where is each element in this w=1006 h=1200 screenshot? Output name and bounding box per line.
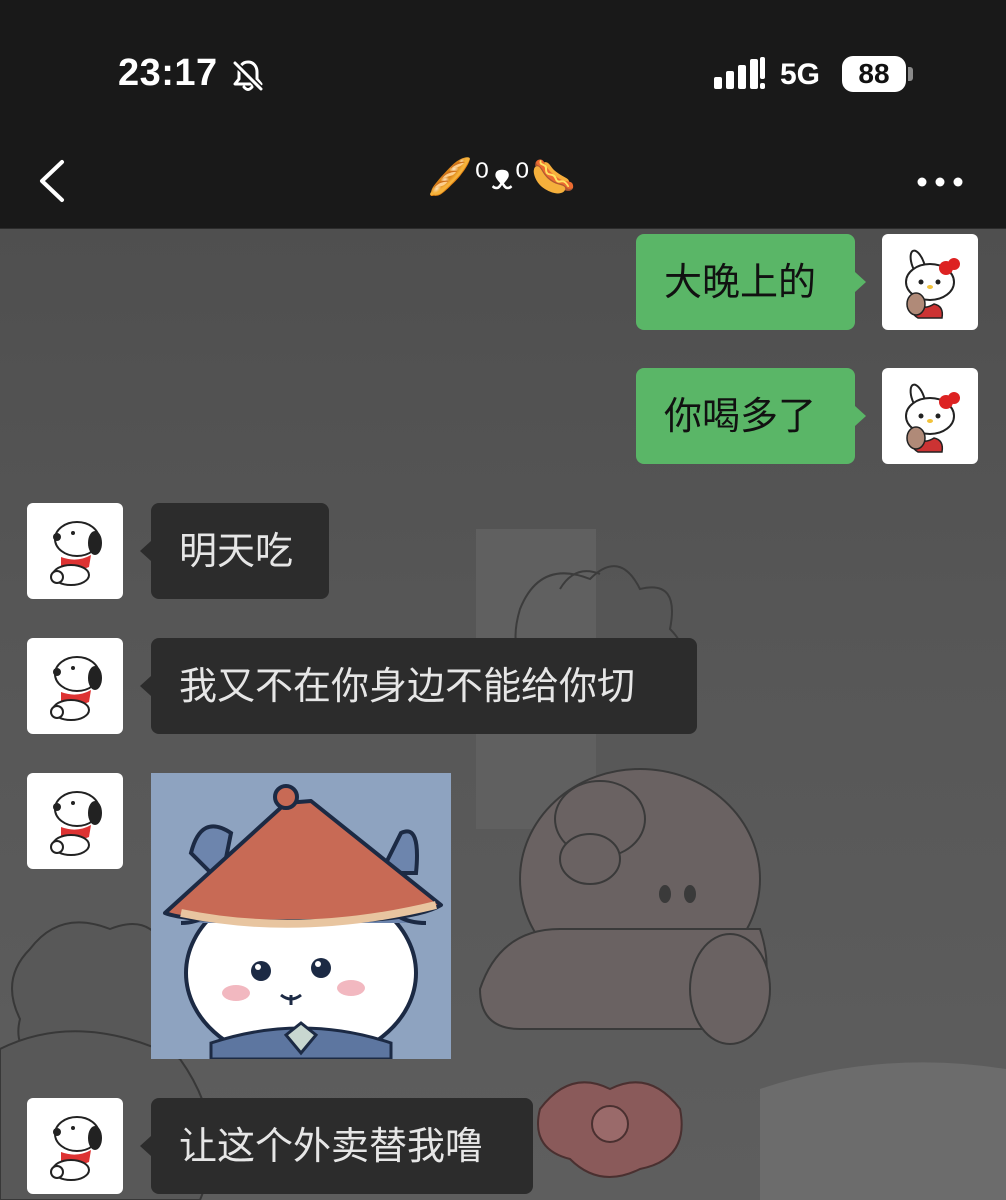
cat-sticker-image (151, 773, 451, 1059)
message-text: 我又不在你身边不能给你切 (179, 664, 636, 708)
message-row (0, 773, 1006, 1059)
message-text: 让这个外卖替我噜 (179, 1124, 484, 1168)
bubble-tail (855, 272, 866, 292)
signal-icon (714, 57, 765, 89)
message-bubble[interactable]: 明天吃 (151, 503, 329, 599)
message-bubble[interactable]: 你喝多了 (636, 368, 855, 464)
snoopy-avatar[interactable] (27, 638, 123, 734)
snoopy-avatar-icon (50, 656, 102, 721)
more-dots-icon (917, 177, 963, 187)
hello-kitty-avatar-icon (905, 249, 960, 319)
chat-header: 🥖⁰ᴥ⁰🌭 (0, 138, 1006, 229)
snoopy-avatar[interactable] (27, 503, 123, 599)
chat-message-area[interactable]: 大晚上的 你喝多了 明天吃 我又不在你身边不能给你切 让这个外卖替我噜 (0, 229, 1006, 1200)
bubble-tail (140, 1136, 151, 1156)
message-row: 明天吃 (0, 503, 1006, 599)
message-text: 你喝多了 (664, 394, 817, 438)
message-text: 明天吃 (179, 529, 294, 573)
message-row: 我又不在你身边不能给你切 (0, 638, 1006, 734)
snoopy-avatar-icon (50, 791, 102, 856)
message-bubble[interactable]: 我又不在你身边不能给你切 (151, 638, 697, 734)
bell-muted-icon (232, 60, 264, 92)
snoopy-avatar[interactable] (27, 1098, 123, 1194)
hello-kitty-avatar[interactable] (882, 234, 978, 330)
snoopy-avatar-icon (50, 1116, 102, 1181)
status-bar: 23:17 5G 88 (0, 0, 1006, 138)
hello-kitty-avatar-icon (905, 383, 960, 453)
snoopy-avatar[interactable] (27, 773, 123, 869)
more-options-button[interactable] (908, 162, 972, 202)
battery-level: 88 (842, 56, 906, 92)
message-row: 让这个外卖替我噜 (0, 1098, 1006, 1194)
message-row: 你喝多了 (0, 368, 1006, 464)
message-row: 大晚上的 (0, 234, 1006, 330)
bubble-tail (140, 676, 151, 696)
battery-cap (908, 67, 913, 81)
bubble-tail (140, 541, 151, 561)
message-bubble[interactable]: 让这个外卖替我噜 (151, 1098, 533, 1194)
cat-with-straw-hat-sticker[interactable] (151, 773, 451, 1059)
snoopy-avatar-icon (50, 521, 102, 586)
bubble-tail (855, 406, 866, 426)
network-type: 5G (780, 58, 821, 91)
message-text: 大晚上的 (664, 260, 817, 304)
message-bubble[interactable]: 大晚上的 (636, 234, 855, 330)
hello-kitty-avatar[interactable] (882, 368, 978, 464)
status-time: 23:17 (118, 52, 218, 94)
chat-title: 🥖⁰ᴥ⁰🌭 (427, 157, 579, 198)
